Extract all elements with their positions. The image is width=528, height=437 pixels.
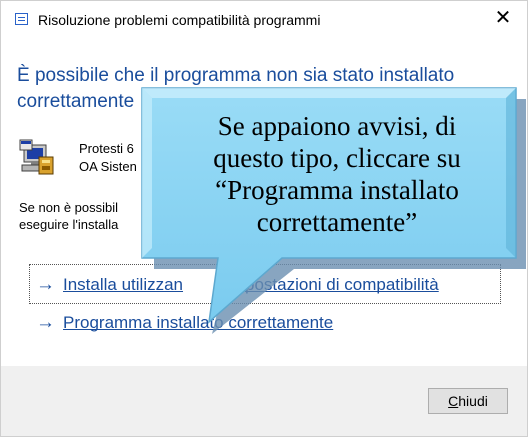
program-publisher: OA Sisten: [79, 159, 137, 174]
arrow-right-icon: →: [36, 274, 55, 295]
close-window-button[interactable]: ✕: [479, 1, 527, 35]
window-app-icon: [15, 13, 28, 25]
window-title: Risoluzione problemi compatibilità progr…: [38, 12, 321, 28]
setup-computer-icon: [19, 139, 54, 175]
option-installed-correctly[interactable]: → Programma installato correttamente: [29, 303, 501, 343]
description-text: Se non è possibil eseguire l'installa: [19, 199, 509, 233]
arrow-right-icon: →: [36, 312, 55, 333]
footer-bar: Chiudi: [1, 366, 527, 436]
description-line-2: eseguire l'installa: [19, 217, 119, 232]
program-name: Protesti 6: [79, 141, 134, 156]
close-button-mnemonic: C: [448, 393, 459, 409]
option-label-part2: postazioni di compatibilità: [245, 275, 439, 294]
option-install-compatibility[interactable]: → Installa utilizzan postazioni di compati…: [29, 264, 501, 304]
main-heading: È possibile che il programma non sia sta…: [17, 65, 455, 112]
description-line-1: Se non è possibil: [19, 200, 119, 215]
close-button[interactable]: Chiudi: [428, 388, 508, 414]
compatibility-troubleshooter-window: Risoluzione problemi compatibilità progr…: [0, 0, 528, 437]
option-label: Programma installato correttamente: [63, 313, 334, 332]
option-label-part1: Installa utilizzan: [63, 275, 184, 294]
close-button-label: hiudi: [458, 393, 488, 409]
title-bar: Risoluzione problemi compatibilità progr…: [1, 1, 527, 41]
